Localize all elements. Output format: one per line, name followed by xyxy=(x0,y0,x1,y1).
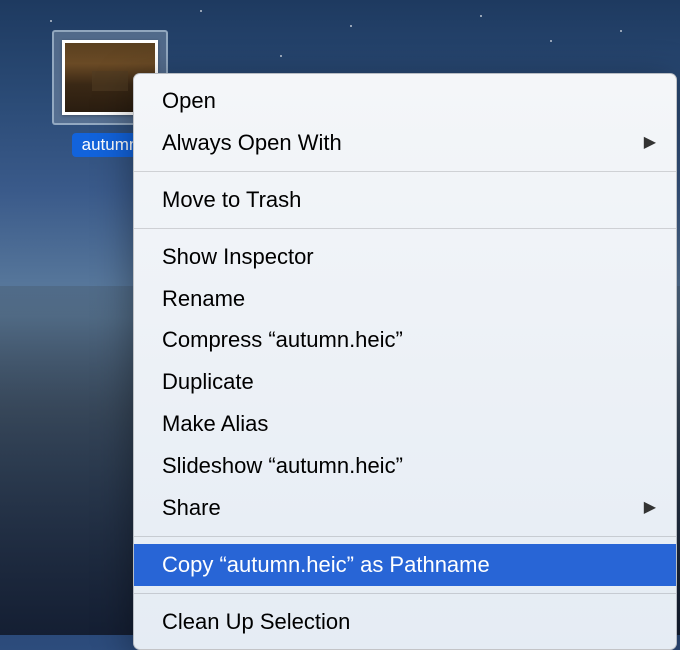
context-menu: Open Always Open With ▶ Move to Trash Show I… xyxy=(133,73,677,650)
menu-item-label: Move to Trash xyxy=(162,184,301,216)
menu-separator xyxy=(134,593,676,594)
menu-item[interactable]: Open xyxy=(134,80,676,122)
menu-item-label: Show Inspector xyxy=(162,241,314,273)
menu-item[interactable]: Clean Up Selection xyxy=(134,601,676,643)
menu-separator xyxy=(134,171,676,172)
menu-item[interactable]: Duplicate xyxy=(134,361,676,403)
menu-item[interactable]: Rename xyxy=(134,278,676,320)
submenu-arrow-icon: ▶ xyxy=(644,496,656,519)
menu-separator xyxy=(134,536,676,537)
menu-item-label: Rename xyxy=(162,283,245,315)
menu-item[interactable]: Make Alias xyxy=(134,403,676,445)
menu-item-label: Compress “autumn.heic” xyxy=(162,324,403,356)
submenu-arrow-icon: ▶ xyxy=(644,131,656,154)
menu-item[interactable]: Always Open With ▶ xyxy=(134,122,676,164)
menu-item-label: Make Alias xyxy=(162,408,268,440)
menu-item[interactable]: Slideshow “autumn.heic” xyxy=(134,445,676,487)
menu-item[interactable]: Share ▶ xyxy=(134,487,676,529)
menu-item-label: Copy “autumn.heic” as Pathname xyxy=(162,549,490,581)
menu-item-label: Always Open With xyxy=(162,127,342,159)
menu-item[interactable]: Show Inspector xyxy=(134,236,676,278)
menu-item[interactable]: Compress “autumn.heic” xyxy=(134,319,676,361)
menu-item-label: Clean Up Selection xyxy=(162,606,350,638)
menu-item-label: Slideshow “autumn.heic” xyxy=(162,450,403,482)
menu-separator xyxy=(134,228,676,229)
menu-item[interactable]: Copy “autumn.heic” as Pathname xyxy=(134,544,676,586)
menu-item[interactable]: Move to Trash xyxy=(134,179,676,221)
menu-item-label: Share xyxy=(162,492,221,524)
menu-item-label: Duplicate xyxy=(162,366,254,398)
menu-item-label: Open xyxy=(162,85,216,117)
